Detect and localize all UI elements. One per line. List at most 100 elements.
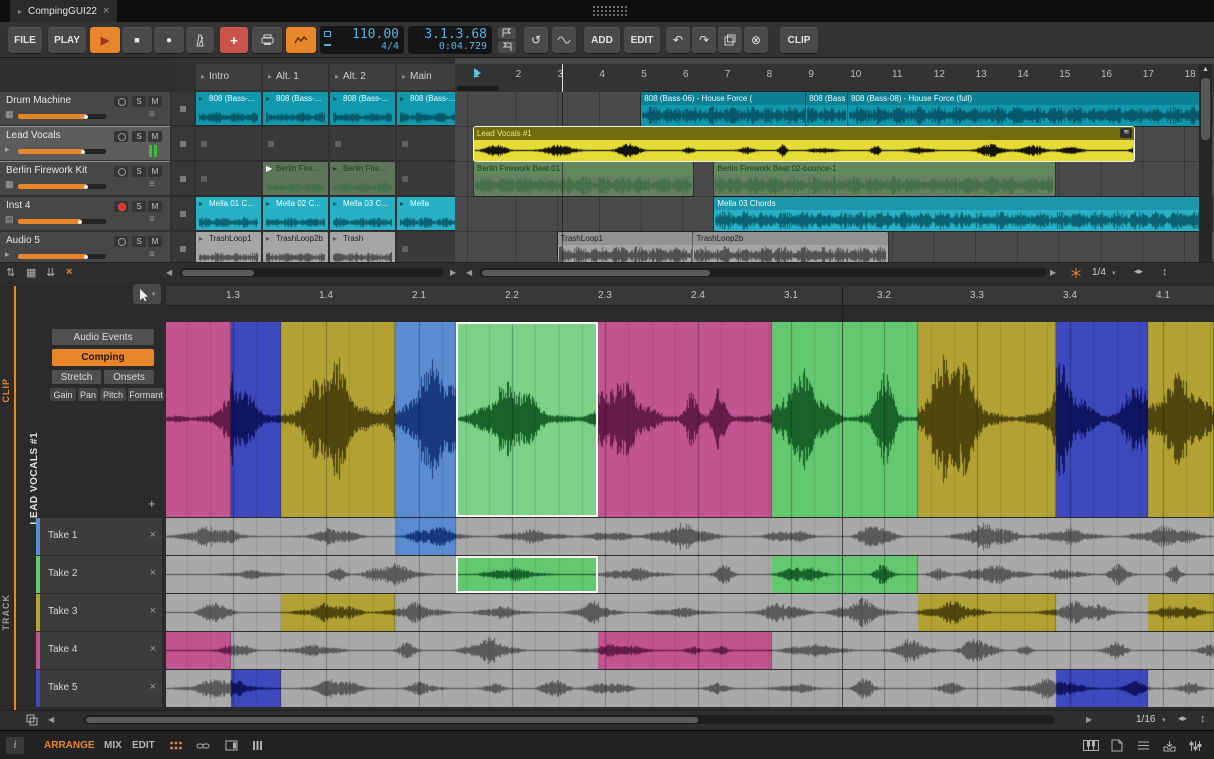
clip-cell[interactable]: ▸Mella [397, 197, 455, 231]
zoom-fit-vertical-icon[interactable]: ↕ [1162, 266, 1168, 278]
overdub-button[interactable] [252, 27, 282, 53]
duplicate-button[interactable] [718, 27, 742, 53]
comp-section[interactable] [772, 322, 918, 517]
mute-button[interactable]: M [148, 201, 162, 212]
info-button[interactable]: i [6, 737, 24, 754]
clip-play-icon[interactable]: ▸ [199, 199, 203, 208]
track-menu-icon[interactable]: ≡ [149, 214, 155, 225]
empty-clip-slot[interactable] [196, 127, 261, 161]
vertical-scroll-thumb[interactable] [1201, 78, 1210, 140]
mute-button[interactable]: M [148, 166, 162, 177]
play-menu-button[interactable]: PLAY [48, 27, 86, 53]
layers-icon[interactable] [26, 714, 38, 726]
scene-play-icon[interactable]: ▸ [201, 72, 205, 81]
scroll-left-icon[interactable]: ◀ [466, 268, 472, 277]
position-bars[interactable]: 3.1.3.68 [413, 28, 487, 42]
take-lane[interactable] [166, 670, 1214, 707]
clip-play-icon[interactable]: ▸ [333, 199, 337, 208]
groove-button[interactable] [552, 27, 576, 53]
track-menu-icon[interactable]: ≡ [149, 249, 155, 260]
take-header[interactable]: Take 1× [36, 518, 162, 555]
project-tab[interactable]: ▸ CompingGUI22 × [10, 0, 117, 22]
track-row[interactable]: Audio 5SM▸≡ [0, 232, 170, 262]
volume-slider[interactable] [18, 184, 106, 189]
record-arm-button[interactable] [114, 166, 128, 177]
clip-play-icon[interactable]: ▸ [400, 199, 404, 208]
comp-section[interactable] [918, 322, 1056, 517]
file-browser-button[interactable] [1106, 736, 1128, 755]
delete-take-button[interactable]: × [150, 681, 156, 693]
scroll-left-icon[interactable]: ◀ [166, 268, 172, 277]
arrange-view-button[interactable]: ARRANGE [44, 740, 95, 751]
redo-button[interactable]: ↷ [692, 27, 716, 53]
solo-button[interactable]: S [132, 236, 146, 247]
delete-take-button[interactable]: × [150, 567, 156, 579]
adaptive-grid-icon[interactable] [1070, 267, 1082, 279]
arranger-clip[interactable]: TrashLoop1 [558, 232, 694, 262]
launcher-scrollbar[interactable] [180, 268, 444, 277]
take-header[interactable]: Take 2× [36, 556, 162, 593]
add-track-button[interactable]: ADD [584, 27, 620, 53]
scene-header[interactable]: ▸Alt. 2 [330, 64, 395, 90]
arranger-clip[interactable]: Berlin Firework Beat 02-bounce-1 [714, 162, 1055, 196]
scene-play-icon[interactable]: ▸ [402, 72, 406, 81]
undo-button[interactable]: ↶ [666, 27, 690, 53]
edit-menu-button[interactable]: EDIT [624, 27, 660, 53]
grid-icon[interactable]: ▦ [26, 266, 36, 279]
take-lane[interactable] [166, 632, 1214, 669]
edit-view-button[interactable]: EDIT [132, 740, 155, 751]
time-signature[interactable]: 4/4 [325, 42, 399, 52]
cancel-button[interactable]: ⊗ [744, 27, 768, 53]
grid-resolution-value[interactable]: 1/16 [1136, 714, 1155, 725]
record-arm-button[interactable] [114, 96, 128, 107]
clip-play-icon[interactable]: ▸ [199, 94, 203, 103]
clip-play-icon[interactable]: ▸ [400, 94, 404, 103]
volume-slider[interactable] [18, 149, 106, 154]
stop-button[interactable]: ■ [122, 27, 152, 53]
clip-play-icon[interactable]: ▸ [333, 94, 337, 103]
scene-play-icon[interactable]: ▸ [268, 72, 272, 81]
arranger-clip[interactable]: 808 (Bass [806, 92, 848, 126]
clip-play-icon[interactable]: ▸ [266, 199, 270, 208]
track-row[interactable]: Drum MachineSM▦≡ [0, 92, 170, 126]
zoom-fit-horizontal-icon[interactable]: ◂▸ [1178, 713, 1187, 724]
clip-cell[interactable]: ▸Mella 01 C... [196, 197, 261, 231]
clip-cell[interactable]: ▶Berlin Fire... [263, 162, 328, 196]
comp-scroll-thumb[interactable] [86, 717, 698, 723]
metronome-button[interactable] [186, 27, 214, 53]
empty-clip-slot[interactable] [397, 232, 455, 262]
scroll-left-icon[interactable]: ◀ [48, 715, 54, 724]
follow-playback-icon[interactable]: ⇅ [6, 266, 15, 279]
track-menu-icon[interactable]: ≡ [149, 109, 155, 120]
scroll-right-icon[interactable]: ▶ [450, 268, 456, 277]
clear-icon[interactable]: × [66, 266, 72, 278]
ruler-scroll-thumb[interactable] [457, 86, 499, 91]
comp-section[interactable] [231, 322, 281, 517]
virtual-keyboard-button[interactable] [1080, 736, 1102, 755]
track-row[interactable]: Berlin Firework KitSM▦≡ [0, 162, 170, 196]
close-icon[interactable]: × [103, 5, 109, 17]
comp-section[interactable] [598, 322, 772, 517]
mute-button[interactable]: M [148, 236, 162, 247]
record-button[interactable]: ● [154, 27, 184, 53]
scroll-up-icon[interactable]: ▲ [1202, 66, 1209, 73]
delete-take-button[interactable]: × [150, 529, 156, 541]
zoom-fit-horizontal-icon[interactable]: ◂▸ [1134, 266, 1143, 277]
clip-menu-button[interactable]: CLIP [780, 27, 818, 53]
scene-header[interactable]: ▸Alt. 1 [263, 64, 328, 90]
empty-clip-slot[interactable] [397, 127, 455, 161]
clip-cell[interactable]: ▸TrashLoop2b [263, 232, 328, 262]
take-header[interactable]: Take 5× [36, 670, 162, 707]
link-button[interactable] [192, 736, 214, 755]
solo-button[interactable]: S [132, 201, 146, 212]
clip-play-icon[interactable]: ▶ [266, 164, 272, 173]
inbox-button[interactable] [1158, 736, 1180, 755]
clip-stop-button[interactable] [172, 232, 194, 262]
grid-resolution-value[interactable]: 1/4 [1092, 267, 1106, 278]
scene-header[interactable]: ▸Intro [196, 64, 261, 90]
clip-cell[interactable]: ▸Mella 02 C... [263, 197, 328, 231]
chevron-down-icon[interactable]: ▾ [1112, 269, 1116, 277]
add-button-red[interactable]: + [220, 27, 248, 53]
autoscroll-icon[interactable]: ⇊ [46, 266, 55, 279]
empty-clip-slot[interactable] [196, 162, 261, 196]
